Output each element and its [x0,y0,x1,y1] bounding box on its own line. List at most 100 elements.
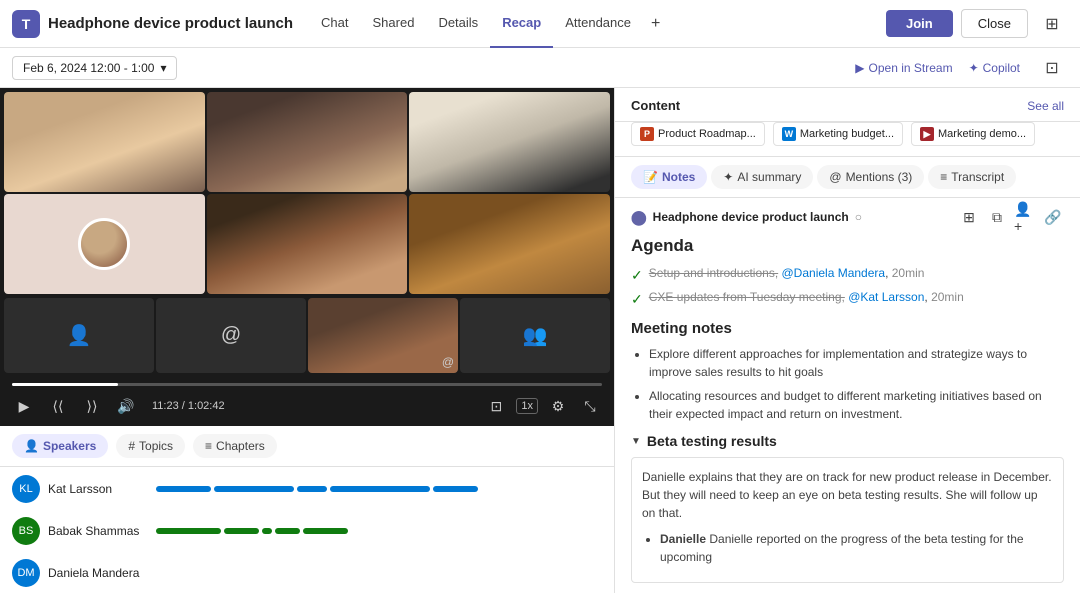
copilot-button[interactable]: ✦ Copilot [969,61,1020,75]
agenda-title: Agenda [631,236,1064,256]
chapters-tab[interactable]: ≡ Chapters [193,434,277,458]
avatar: KL [12,475,40,503]
content-label: Content [631,98,680,113]
notes-tab-transcript[interactable]: ≡ Transcript [928,165,1016,189]
controls-right: ⊡ 1x ⚙ ⤡ [484,394,602,418]
speaker-bars [156,528,602,534]
top-bar-right: Join Close ⊞ [886,8,1068,40]
notes-title-bar: ⬤ Headphone device product launch ○ ⊞ ⧉ … [615,198,1080,236]
play-button[interactable]: ▶ [12,394,36,418]
bottom-video-row: 👤 @ @ 👥 [0,298,614,377]
file-chip-1[interactable]: P Product Roadmap... [631,122,765,146]
check-icon: ✓ [631,291,643,308]
bar [303,528,348,534]
settings-icon[interactable]: ⊞ [1036,8,1068,40]
progress-bar[interactable] [12,383,602,386]
speaker-name: Daniela Mandera [48,566,148,580]
bar [330,486,430,492]
agenda-item-1: ✓ Setup and introductions, @Daniela Mand… [631,266,1064,284]
tab-chat[interactable]: Chat [309,0,360,48]
bar [275,528,300,534]
bar [433,486,478,492]
nav-tabs: Chat Shared Details Recap Attendance + [309,0,668,48]
copy-icon[interactable]: ⧉ [986,206,1008,228]
bottom-cell-1: 👤 [4,298,154,373]
meeting-title: Headphone device product launch [48,15,293,32]
meeting-icon: ⬤ [631,209,647,226]
notes-tab-notes[interactable]: 📝 Notes [631,165,707,189]
bar [156,528,221,534]
mention-daniela[interactable]: @Daniela Mandera [782,266,886,280]
hash-icon: # [128,439,135,453]
add-tab-button[interactable]: + [643,15,668,33]
collapse-icon[interactable]: ▼ [631,436,641,447]
sub-bar-right: ▶ Open in Stream ✦ Copilot ⊡ [855,52,1068,84]
open-in-stream-button[interactable]: ▶ Open in Stream [855,61,952,75]
grid-view-icon[interactable]: ⊞ [958,206,980,228]
group-icon: 👥 [523,323,548,348]
more-options-icon[interactable]: ⊡ [1036,52,1068,84]
bar [156,486,211,492]
tab-details[interactable]: Details [426,0,490,48]
bottom-cell-4: 👥 [460,298,610,373]
notes-icon: 📝 [643,170,658,184]
file-chip-2[interactable]: W Marketing budget... [773,122,903,146]
avatar: BS [12,517,40,545]
join-button[interactable]: Join [886,10,953,37]
fullscreen-button[interactable]: ⤡ [578,394,602,418]
skip-back-button[interactable]: ⟨⟨ [46,394,70,418]
beta-section: ▼ Beta testing results Danielle explains… [631,433,1064,583]
close-button[interactable]: Close [961,9,1028,38]
speaker-item: DM Daniela Mandera [12,559,602,587]
bar [297,486,327,492]
share-icon[interactable]: 👤+ [1014,206,1036,228]
mention-kat[interactable]: @Kat Larsson [848,290,924,304]
notes-tab-ai[interactable]: ✦ AI summary [711,165,813,189]
tab-recap[interactable]: Recap [490,0,553,48]
at-icon-2: @ [442,355,454,369]
video-cell-1 [4,92,205,192]
video-controls: ▶ ⟨⟨ ⟩⟩ 🔊 11:23 / 1:02:42 ⊡ 1x ⚙ ⤡ [0,377,614,426]
date-selector[interactable]: Feb 6, 2024 12:00 - 1:00 ▾ [12,56,177,80]
avatar: DM [12,559,40,587]
right-panel: Content See all P Product Roadmap... W M… [615,88,1080,593]
bottom-tabs: 👤 Speakers # Topics ≡ Chapters [0,426,614,467]
person-icon-1: 👤 [67,323,92,348]
video-cell-6 [409,194,610,294]
chevron-down-icon: ▾ [160,61,166,75]
notes-meeting-name: ⬤ Headphone device product launch ○ [631,209,862,226]
speakers-tab[interactable]: 👤 Speakers [12,434,108,458]
speed-selector[interactable]: 1x [516,398,538,414]
settings-button[interactable]: ⚙ [546,394,570,418]
list-item: Allocating resources and budget to diffe… [649,387,1064,423]
file-chip-3[interactable]: ▶ Marketing demo... [911,122,1035,146]
chapters-icon: ≡ [205,439,212,453]
beta-list: Danielle Danielle reported on the progre… [642,530,1053,566]
bar [214,486,294,492]
tab-attendance[interactable]: Attendance [553,0,643,48]
video-icon: ▶ [920,127,934,141]
top-bar: T Headphone device product launch Chat S… [0,0,1080,48]
check-icon: ✓ [631,267,643,284]
left-panel: 👤 @ @ 👥 [0,88,615,593]
skip-forward-button[interactable]: ⟩⟩ [80,394,104,418]
tab-shared[interactable]: Shared [361,0,427,48]
video-grid [0,88,614,298]
notes-tab-mentions[interactable]: @ Mentions (3) [817,165,924,189]
speaker-name: Babak Shammas [48,524,148,538]
powerpoint-icon: P [640,127,654,141]
agenda-item-2: ✓ CXE updates from Tuesday meeting, @Kat… [631,290,1064,308]
content-files: P Product Roadmap... W Marketing budget.… [615,122,1080,157]
topics-tab[interactable]: # Topics [116,434,185,458]
captions-button[interactable]: ⊡ [484,394,508,418]
notes-actions: ⊞ ⧉ 👤+ 🔗 [958,206,1064,228]
volume-button[interactable]: 🔊 [114,394,138,418]
see-all-button[interactable]: See all [1027,99,1064,113]
bar [224,528,259,534]
speaker-bars [156,486,602,492]
sub-bar: Feb 6, 2024 12:00 - 1:00 ▾ ▶ Open in Str… [0,48,1080,88]
link-icon[interactable]: 🔗 [1042,206,1064,228]
status-dot: ○ [855,210,862,224]
list-item: Explore different approaches for impleme… [649,345,1064,381]
video-cell-3 [409,92,610,192]
